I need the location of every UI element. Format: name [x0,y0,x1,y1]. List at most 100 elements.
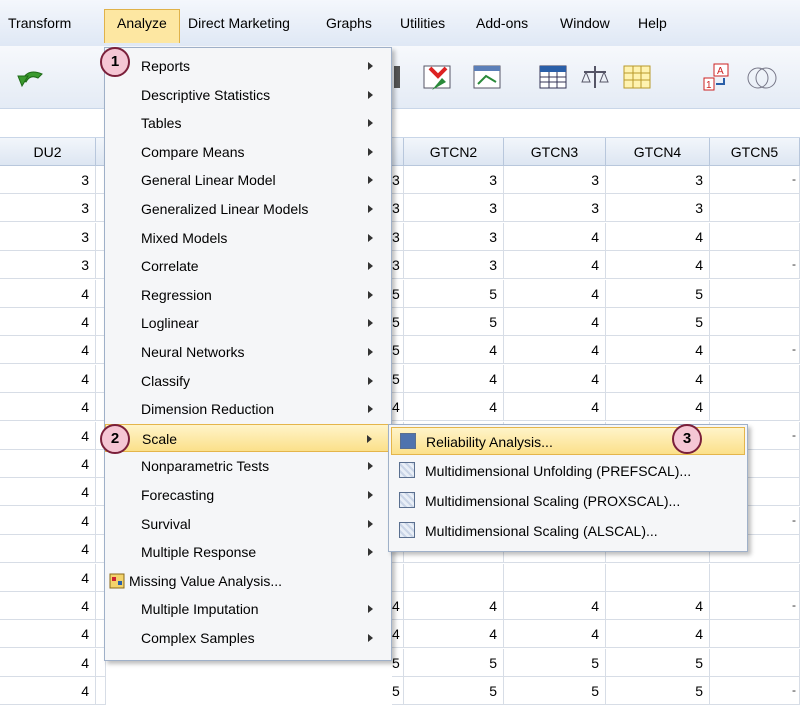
cell-du2[interactable]: 4 [0,478,96,507]
menu-item-scale[interactable]: Scale [105,423,391,452]
cell-partial[interactable] [392,563,404,592]
column-header-gtcn4[interactable]: GTCN4 [606,138,710,166]
menu-direct-marketing[interactable]: Direct Marketing [182,12,296,34]
cell-gtcn5[interactable] [710,222,800,251]
menu-item-missing-value-analysis[interactable]: Missing Value Analysis... [105,567,391,595]
cell-du2[interactable]: 4 [0,308,96,336]
menu-item-multiple-response[interactable]: Multiple Response [105,538,391,566]
column-header-gtcn5[interactable]: GTCN5 [710,138,800,166]
cell-gtcn4[interactable]: 3 [606,194,710,223]
cell-gtcn4[interactable]: 5 [606,308,710,336]
cell-gtcn3[interactable]: 4 [504,251,606,280]
menu-item-classify[interactable]: Classify [105,367,391,395]
menu-item-dimension-reduction[interactable]: Dimension Reduction [105,395,391,423]
menu-item-descriptive-statistics[interactable]: Descriptive Statistics [105,81,391,109]
value-labels-icon[interactable]: A 1 [700,60,734,94]
cell-partial[interactable]: 3 [392,194,404,223]
cell-gtcn5[interactable] [710,592,800,620]
cell-gtcn3[interactable]: 4 [504,222,606,251]
menu-item-mixed-models[interactable]: Mixed Models [105,224,391,252]
cell-gtcn5[interactable] [710,677,800,705]
cell-du2[interactable]: 3 [0,166,96,194]
menu-item-loglinear[interactable]: Loglinear [105,309,391,337]
cell-du2[interactable]: 4 [0,648,96,677]
cell-gtcn3[interactable] [504,563,606,592]
cell-du2[interactable]: 3 [0,251,96,280]
cell-partial[interactable]: 5 [392,677,404,705]
cell-du2[interactable]: 4 [0,563,96,592]
cell-gtcn2[interactable]: 4 [404,592,504,620]
menu-item-reports[interactable]: Reports [105,52,391,80]
cell-gtcn5[interactable] [710,166,800,194]
cell-partial[interactable]: 4 [392,393,404,422]
cell-gtcn3[interactable]: 3 [504,194,606,223]
cell-gtcn4[interactable]: 5 [606,279,710,308]
cell-gtcn5[interactable] [710,620,800,649]
cell-gtcn4[interactable]: 4 [606,222,710,251]
cell-gtcn5[interactable] [710,336,800,365]
cell-gtcn2[interactable]: 3 [404,222,504,251]
cell-du2[interactable]: 3 [0,194,96,223]
cell-du2[interactable]: 4 [0,620,96,649]
menu-help[interactable]: Help [632,12,673,34]
split-file-icon[interactable] [620,60,654,94]
menu-item-neural-networks[interactable]: Neural Networks [105,338,391,366]
cell-gtcn5[interactable] [710,364,800,393]
cell-partial[interactable]: 3 [392,222,404,251]
column-header-du2[interactable]: DU2 [0,138,96,166]
cell-gtcn2[interactable]: 4 [404,393,504,422]
cell-gtcn3[interactable]: 4 [504,592,606,620]
cell-du2[interactable]: 4 [0,677,96,705]
cell-gtcn4[interactable] [606,563,710,592]
cell-gtcn4[interactable]: 4 [606,393,710,422]
cell-gtcn3[interactable]: 3 [504,166,606,194]
cell-gtcn2[interactable] [404,563,504,592]
cell-gtcn2[interactable]: 3 [404,194,504,223]
menu-item-multiple-imputation[interactable]: Multiple Imputation [105,595,391,623]
cell-gtcn4[interactable]: 3 [606,166,710,194]
cell-gtcn2[interactable]: 3 [404,251,504,280]
cell-gtcn3[interactable]: 5 [504,648,606,677]
cell-du2[interactable]: 4 [0,336,96,365]
cell-gtcn5[interactable] [710,194,800,223]
cell-partial[interactable]: 5 [392,336,404,365]
cell-gtcn3[interactable]: 4 [504,279,606,308]
menu-utilities[interactable]: Utilities [394,12,451,34]
menu-item-complex-samples[interactable]: Complex Samples [105,624,391,652]
column-header-partial[interactable] [392,138,404,166]
cell-du2[interactable]: 4 [0,450,96,478]
cell-gtcn5[interactable] [710,563,800,592]
cell-partial[interactable]: 5 [392,308,404,336]
submenu-item-4[interactable]: Multidimensional Scaling (ALSCAL)... [391,517,745,545]
cell-partial[interactable]: 4 [392,620,404,649]
menu-item-regression[interactable]: Regression [105,281,391,309]
cell-gtcn4[interactable]: 4 [606,336,710,365]
cell-gtcn3[interactable]: 5 [504,677,606,705]
cell-du2[interactable]: 4 [0,506,96,535]
weight-cases-icon[interactable] [578,60,612,94]
select-cases-icon[interactable] [420,60,454,94]
cell-gtcn4[interactable]: 5 [606,648,710,677]
cell-gtcn4[interactable]: 4 [606,620,710,649]
menu-addons[interactable]: Add-ons [470,12,534,34]
cell-partial[interactable]: 5 [392,648,404,677]
cell-du2[interactable]: 4 [0,279,96,308]
use-sets-icon[interactable] [744,60,778,94]
cell-gtcn5[interactable] [710,308,800,336]
menu-item-general-linear-model[interactable]: General Linear Model [105,166,391,194]
cell-gtcn2[interactable]: 4 [404,364,504,393]
cell-partial[interactable]: 3 [392,251,404,280]
menu-window[interactable]: Window [554,12,616,34]
undo-icon[interactable] [14,60,48,94]
cell-gtcn2[interactable]: 5 [404,677,504,705]
cell-gtcn4[interactable]: 4 [606,364,710,393]
column-header-gtcn2[interactable]: GTCN2 [404,138,504,166]
cell-partial[interactable]: 4 [392,592,404,620]
menu-analyze[interactable]: Analyze [104,9,180,43]
menu-graphs[interactable]: Graphs [320,12,378,34]
cell-gtcn3[interactable]: 4 [504,308,606,336]
menu-item-survival[interactable]: Survival [105,510,391,538]
cell-gtcn3[interactable]: 4 [504,393,606,422]
cell-gtcn5[interactable] [710,393,800,422]
cell-partial[interactable]: 5 [392,364,404,393]
